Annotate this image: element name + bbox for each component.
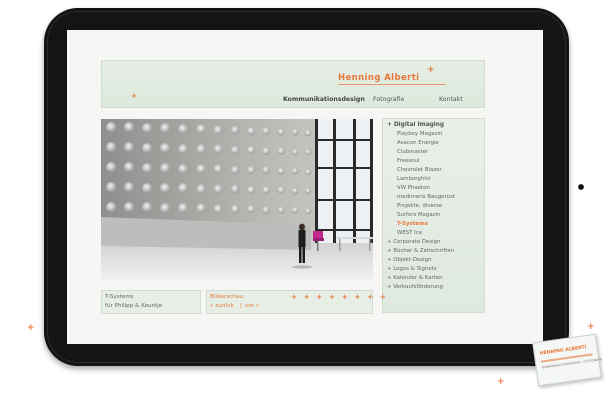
sidebar-item-chevrolet[interactable]: Chevrolet Blazer (397, 167, 442, 173)
sidebar-category-kalender[interactable]: + Kalender & Karten (387, 275, 443, 281)
plus-sparkle-icon: + (27, 323, 35, 333)
camera-icon (578, 184, 584, 190)
caption-client: für Philipp & Keuntje (105, 303, 163, 309)
sidebar-category-verkaufsfoerderung[interactable]: + Verkaufsförderung (387, 284, 443, 290)
plus-sparkle-icon: + (131, 92, 137, 100)
sidebar-category-corporate-design[interactable]: + Corporate Design (387, 239, 441, 245)
nav-kontakt[interactable]: Kontakt (439, 96, 463, 103)
sidebar-item-clubmaster[interactable]: Clubmaster (397, 149, 428, 155)
sidebar-item-surfers[interactable]: Surfers Magazin (397, 212, 440, 218)
caption-title: T-Systems (105, 294, 134, 300)
photo-illustration (101, 119, 373, 280)
sidebar-item-t-systems[interactable]: T-Systems (397, 221, 428, 227)
brand-logo[interactable]: Henning Alberti (338, 73, 446, 83)
sidebar-item-projekte[interactable]: Projekte, diverse (397, 203, 442, 209)
sidebar-heading-digital-imaging[interactable]: + Digital Imaging (387, 122, 444, 128)
sidebar-item-medimeris[interactable]: medimeris Baugerüst (397, 194, 455, 200)
nav-kommunikationsdesign[interactable]: Kommunikationsdesign (283, 96, 365, 103)
slideshow-prev-link[interactable]: « zurück (210, 303, 234, 309)
business-card: HENNING ALBERTI KOMMUNIKATIONSDESIGN · F… (532, 333, 603, 387)
brand-underline (338, 84, 446, 85)
nav-fotografie[interactable]: Fotografie (373, 96, 404, 103)
main-photo (101, 119, 373, 280)
sidebar-category-buecher[interactable]: + Bücher & Zeitschriften (387, 248, 454, 254)
sidebar-item-freesoul[interactable]: Freesoul (397, 158, 419, 164)
plus-sparkle-icon: + (497, 377, 505, 387)
plus-sparkle-icon: + (587, 322, 595, 332)
slideshow-separator: | (240, 303, 242, 309)
sidebar-item-west-ice[interactable]: WEST Ice (397, 230, 422, 236)
sidebar-item-playboy[interactable]: Playboy Magazin (397, 131, 442, 137)
sidebar-item-avacon[interactable]: Avacon Energie (397, 140, 439, 146)
sidebar-category-logos[interactable]: + Logos & Signets (387, 266, 437, 272)
slideshow-dots[interactable]: + + + + + + + + (291, 293, 388, 301)
slideshow-next-link[interactable]: vor » (245, 303, 259, 309)
sidebar-item-vw-phaeton[interactable]: VW Phaeton (397, 185, 430, 191)
slideshow-label: Bilderschau (210, 294, 243, 300)
sidebar-item-lamborghini[interactable]: Lamborghini (397, 176, 431, 182)
sidebar-category-objekt-design[interactable]: + Objekt-Design (387, 257, 432, 263)
stage: + + + + + Henning Alberti Kommunikations… (0, 0, 611, 400)
